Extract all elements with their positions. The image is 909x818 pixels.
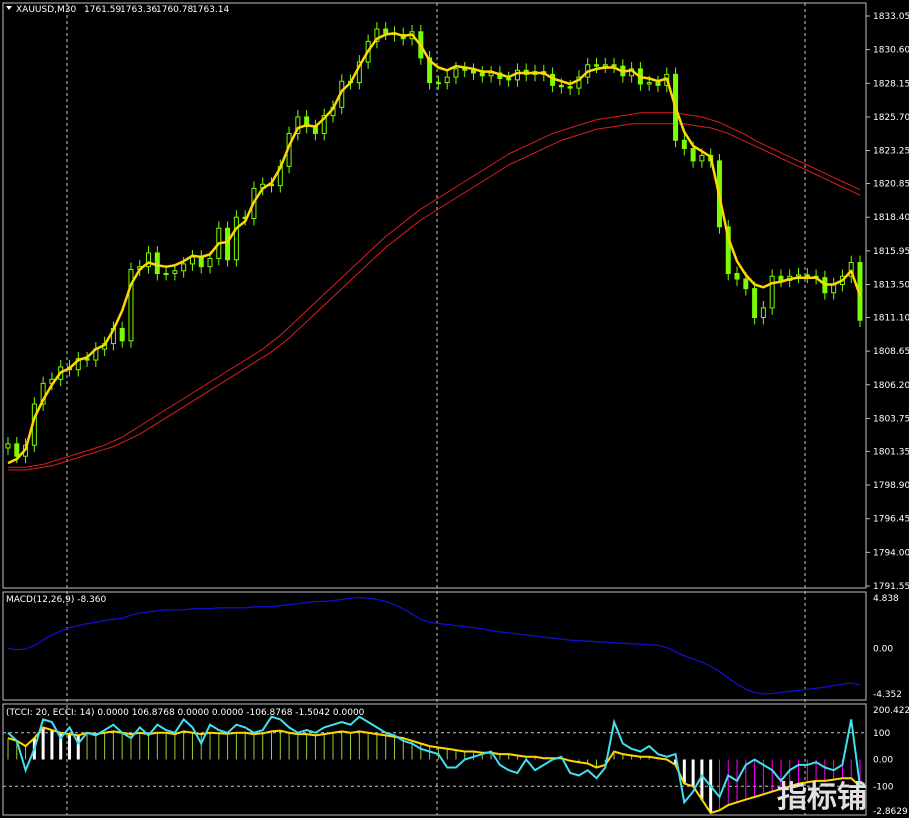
macd-path [7, 596, 861, 695]
price-tick-label: 1818.40 [873, 213, 909, 223]
macd-tick-label: 4.838 [873, 594, 899, 604]
chart-canvas: 1833.05 1830.60 1828.15 1825.70 1823.25 1820.… [2, 2, 909, 817]
candle-body [471, 69, 477, 74]
trading-chart-window: 1833.05 1830.60 1828.15 1825.70 1823.25 1820.… [0, 0, 909, 818]
cci-yellow-path [7, 726, 861, 815]
price-tick-label: 1808.65 [873, 347, 909, 357]
candle-body [453, 68, 459, 78]
cci-tick-label: 100 [873, 729, 890, 739]
candle-body [567, 86, 573, 89]
panel-frames [2, 2, 867, 816]
candle-body [506, 77, 512, 81]
candle-body [558, 84, 564, 88]
candle-body [743, 278, 749, 290]
candle-body [5, 443, 11, 449]
candle-body [163, 273, 169, 276]
candle-body [462, 68, 468, 71]
chart-header: XAUUSD,M30 1761.59 1763.36 1760.78 1763.… [6, 5, 229, 15]
candle-body [778, 275, 784, 281]
cci-cyan-path [7, 715, 861, 805]
price-tick-label: 1811.10 [873, 313, 909, 323]
price-tick-label: 1823.25 [873, 147, 909, 157]
cci-tick-label: 200.4222 [873, 706, 909, 716]
header-high: 1763.36 [120, 5, 157, 15]
candle-body [831, 284, 837, 294]
candlesticks [5, 22, 863, 464]
price-tick-label: 1794.00 [873, 548, 909, 558]
cci-label: (TCCI: 20, ECCI: 14) 0.0000 106.8768 0.0… [6, 708, 365, 718]
cci-tick-label: -100 [873, 782, 894, 792]
candle-body [225, 227, 231, 261]
candle-body [760, 307, 766, 318]
price-tick-label: 1820.85 [873, 180, 909, 190]
candle-body [383, 28, 389, 34]
price-tick-label: 1813.50 [873, 281, 909, 291]
candle-body [681, 139, 687, 150]
price-tick-label: 1825.70 [873, 113, 909, 123]
cci-tick-label: 0.00 [873, 756, 893, 766]
price-tick-label: 1806.20 [873, 381, 909, 391]
candle-body [198, 256, 204, 268]
candle-body [154, 252, 160, 275]
candle-body [752, 288, 758, 318]
cci-line-cyan [7, 715, 861, 805]
candle-body [804, 274, 810, 277]
candle-body [119, 327, 125, 342]
header-open: 1761.59 [84, 5, 121, 15]
price-tick-label: 1833.05 [873, 12, 909, 22]
candle-body [181, 263, 187, 272]
candle-body [699, 154, 705, 162]
candle-body [207, 257, 213, 268]
watermark-logo: 指标铺 [777, 780, 867, 815]
candle-body [646, 82, 652, 85]
slow-ma-line-a [8, 112, 861, 468]
price-tick-label: 1815.95 [873, 247, 909, 257]
candle-body [172, 270, 178, 275]
slow-ma-a-path [8, 112, 861, 468]
candle-body [233, 216, 239, 261]
price-tick-label: 1796.45 [873, 515, 909, 525]
header-close: 1763.14 [192, 5, 229, 15]
price-tick-label: 1801.35 [873, 447, 909, 457]
candle-body [769, 275, 775, 309]
cci-histogram [3, 727, 866, 813]
fast-ma-path [7, 31, 862, 465]
price-tick-label: 1830.60 [873, 46, 909, 56]
fast-ma-line [7, 31, 862, 465]
candle-body [479, 72, 485, 77]
collapse-triangle-icon[interactable] [6, 6, 12, 10]
cci-tick-label: -2.8629 [873, 807, 908, 817]
candle-body [602, 64, 608, 67]
candle-body [593, 64, 599, 67]
macd-tick-label: -4.352 [873, 690, 902, 700]
candle-body [488, 72, 494, 77]
cci-line-yellow [7, 726, 861, 815]
grid-lines [66, 3, 806, 815]
slow-ma-b-path [8, 123, 861, 471]
candle-body [734, 273, 740, 280]
macd-line [7, 596, 861, 695]
candle-body [444, 76, 450, 84]
macd-label: MACD(12,26,9) -8.360 [6, 595, 107, 605]
header-symbol: XAUUSD,M30 [16, 5, 76, 15]
price-tick-label: 1798.90 [873, 481, 909, 491]
candle-body [14, 443, 20, 457]
candle-body [189, 256, 195, 265]
header-low: 1760.78 [156, 5, 193, 15]
candle-body [796, 274, 802, 277]
slow-ma-line-b [8, 123, 861, 471]
candle-body [514, 69, 520, 81]
candle-body [690, 148, 696, 162]
price-tick-label: 1828.15 [873, 79, 909, 89]
macd-axis: 4.838 0.00 -4.352 [873, 594, 902, 700]
price-tick-label: 1803.75 [873, 414, 909, 424]
candle-body [655, 82, 661, 86]
price-tick-label: 1791.55 [873, 582, 909, 592]
price-axis: 1833.05 1830.60 1828.15 1825.70 1823.25 1820.… [866, 12, 909, 592]
cci-axis: 200.4222 100 0.00 -100 -2.8629 [873, 706, 909, 817]
macd-tick-label: 0.00 [873, 645, 893, 655]
candle-body [435, 82, 441, 85]
candle-body [611, 64, 617, 67]
